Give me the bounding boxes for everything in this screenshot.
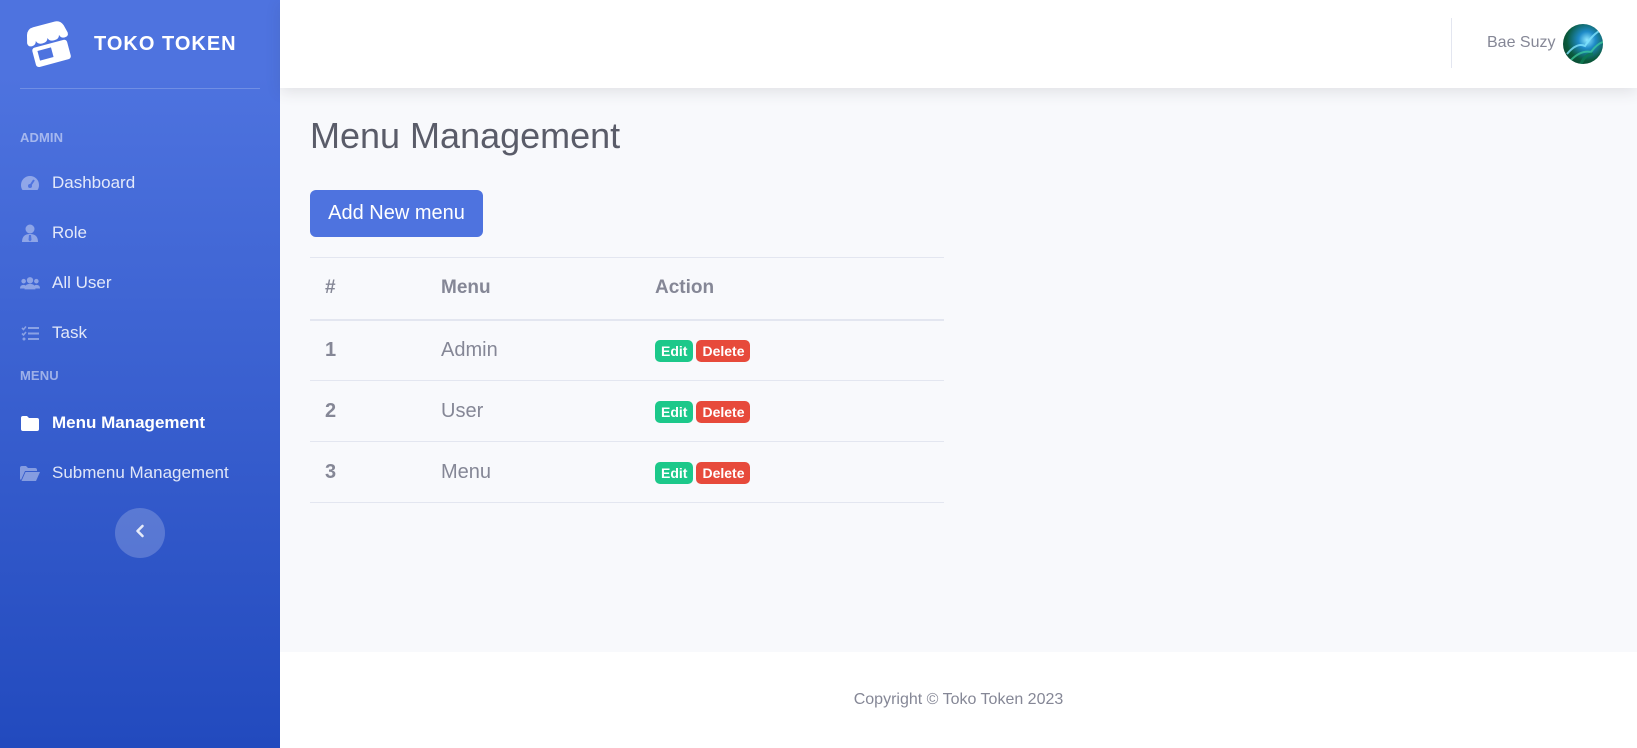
users-icon xyxy=(20,273,40,293)
footer: Copyright © Toko Token 2023 xyxy=(280,652,1637,748)
add-new-menu-button[interactable]: Add New menu xyxy=(310,190,483,237)
row-number: 2 xyxy=(310,380,426,442)
sidebar-item-label: Submenu Management xyxy=(52,463,229,482)
folder-open-icon xyxy=(20,463,40,483)
store-icon xyxy=(22,20,74,68)
sidebar-item-submenu-management[interactable]: Submenu Management xyxy=(20,458,229,488)
table-row: 2 User Edit Delete xyxy=(310,380,944,442)
column-header-action: Action xyxy=(640,257,944,321)
column-header-number: # xyxy=(310,257,426,321)
tasks-icon xyxy=(20,323,40,343)
sidebar-brand[interactable]: TOKO TOKEN xyxy=(0,0,280,88)
sidebar-item-label: Role xyxy=(52,223,87,242)
chevron-left-icon xyxy=(135,524,145,543)
sidebar-item-dashboard[interactable]: Dashboard xyxy=(20,168,135,198)
row-actions: Edit Delete xyxy=(640,380,944,442)
user-tie-icon xyxy=(20,223,40,243)
table-row: 3 Menu Edit Delete xyxy=(310,441,944,503)
topbar-divider xyxy=(1451,18,1452,68)
sidebar-item-menu-management[interactable]: Menu Management xyxy=(20,408,205,438)
sidebar-item-task[interactable]: Task xyxy=(20,318,87,348)
user-name[interactable]: Bae Suzy xyxy=(1487,34,1555,52)
table-row: 1 Admin Edit Delete xyxy=(310,319,944,381)
table-header-row: # Menu Action xyxy=(310,257,944,321)
copyright-text: Copyright © Toko Token 2023 xyxy=(853,691,1064,708)
sidebar-divider xyxy=(20,88,260,89)
row-menu-name: User xyxy=(426,380,640,442)
topbar xyxy=(280,0,1637,88)
row-number: 3 xyxy=(310,441,426,503)
folder-icon xyxy=(20,413,40,433)
edit-button[interactable]: Edit xyxy=(655,339,694,362)
sidebar-toggle-button[interactable] xyxy=(115,508,165,558)
sidebar: TOKO TOKEN ADMIN Dashboard Role All User… xyxy=(0,0,280,748)
tachometer-icon xyxy=(20,173,40,193)
row-menu-name: Menu xyxy=(426,441,640,503)
row-actions: Edit Delete xyxy=(640,441,944,503)
edit-button[interactable]: Edit xyxy=(655,400,694,423)
sidebar-item-label: Menu Management xyxy=(52,413,206,432)
delete-button[interactable]: Delete xyxy=(696,461,751,484)
column-header-menu: Menu xyxy=(426,257,640,321)
sidebar-heading-admin: ADMIN xyxy=(20,130,64,145)
sidebar-item-all-user[interactable]: All User xyxy=(20,268,112,298)
brand-name: TOKO TOKEN xyxy=(94,32,237,55)
avatar[interactable] xyxy=(1563,24,1603,64)
sidebar-item-role[interactable]: Role xyxy=(20,218,87,248)
edit-button[interactable]: Edit xyxy=(655,461,694,484)
page-title: Menu Management xyxy=(310,115,621,156)
row-actions: Edit Delete xyxy=(640,319,944,381)
delete-button[interactable]: Delete xyxy=(696,339,751,362)
delete-button[interactable]: Delete xyxy=(696,400,751,423)
row-menu-name: Admin xyxy=(426,319,640,381)
menu-table: # Menu Action 1 Admin Edit Delete 2 User … xyxy=(310,257,944,503)
sidebar-item-label: All User xyxy=(52,273,112,292)
sidebar-item-label: Task xyxy=(52,323,87,342)
sidebar-item-label: Dashboard xyxy=(52,173,136,192)
sidebar-heading-menu: MENU xyxy=(20,368,59,383)
row-number: 1 xyxy=(310,319,426,381)
